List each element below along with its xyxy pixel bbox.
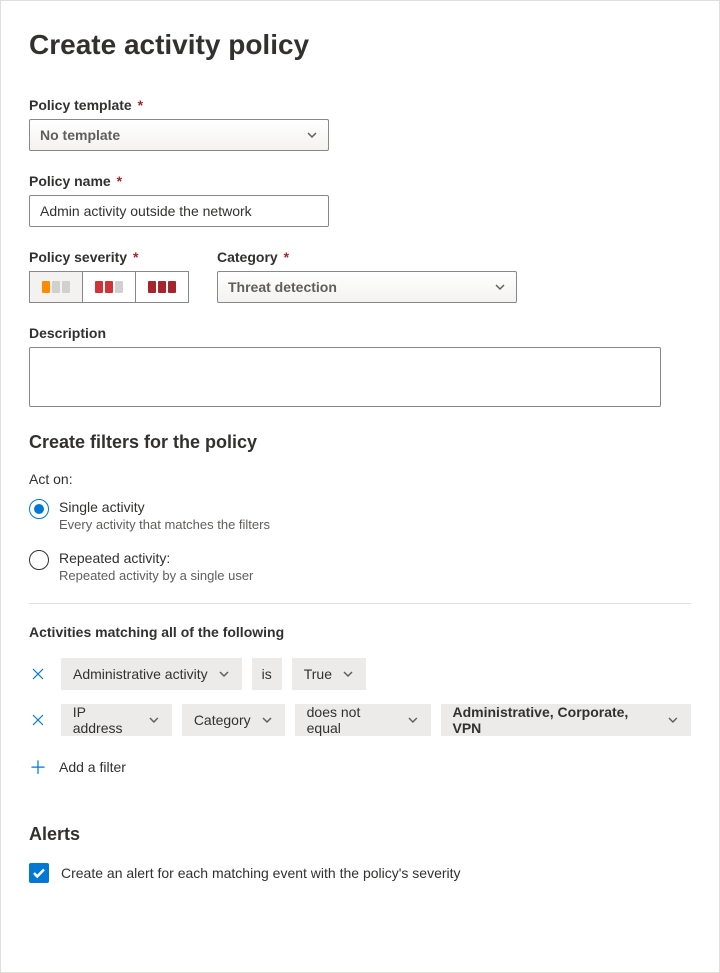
severity-high[interactable] — [136, 272, 188, 302]
act-on-label: Act on: — [29, 471, 691, 487]
filter-row: Administrative activity is True — [29, 658, 691, 690]
add-filter-button[interactable]: ＋ Add a filter — [29, 754, 691, 780]
filter-value-select[interactable]: True — [292, 658, 366, 690]
category-label: Category * — [217, 249, 517, 265]
category-select[interactable]: Threat detection — [217, 271, 517, 303]
radio-single-label: Single activity — [59, 499, 270, 515]
description-textarea[interactable] — [29, 347, 661, 407]
filter-field-select[interactable]: Administrative activity — [61, 658, 242, 690]
policy-name-input[interactable] — [29, 195, 329, 227]
radio-repeated-sub: Repeated activity by a single user — [59, 568, 253, 583]
filter-field-select[interactable]: IP address — [61, 704, 172, 736]
filter-value-select[interactable]: Administrative, Corporate, VPN — [441, 704, 691, 736]
chevron-down-icon — [148, 714, 160, 726]
alert-checkbox[interactable] — [29, 863, 49, 883]
severity-low[interactable] — [30, 272, 83, 302]
radio-single-activity[interactable] — [29, 499, 49, 519]
check-icon — [32, 866, 46, 880]
remove-filter-button[interactable] — [29, 665, 47, 683]
chevron-down-icon — [218, 668, 230, 680]
chevron-down-icon — [306, 129, 318, 141]
alerts-heading: Alerts — [29, 824, 691, 845]
filter-field2-select[interactable]: Category — [182, 704, 285, 736]
filter-op-select[interactable]: does not equal — [295, 704, 431, 736]
policy-template-label: Policy template * — [29, 97, 691, 113]
activities-matching-label: Activities matching all of the following — [29, 624, 691, 640]
chevron-down-icon — [342, 668, 354, 680]
policy-name-label: Policy name * — [29, 173, 691, 189]
description-label: Description — [29, 325, 691, 341]
chevron-down-icon — [667, 714, 679, 726]
radio-repeated-activity[interactable] — [29, 550, 49, 570]
chevron-down-icon — [407, 714, 419, 726]
policy-severity-label: Policy severity * — [29, 249, 189, 265]
radio-single-sub: Every activity that matches the filters — [59, 517, 270, 532]
filter-op: is — [252, 658, 282, 690]
policy-template-select[interactable]: No template — [29, 119, 329, 151]
severity-toggle[interactable] — [29, 271, 189, 303]
radio-repeated-label: Repeated activity: — [59, 550, 253, 566]
filters-heading: Create filters for the policy — [29, 432, 691, 453]
divider — [29, 603, 691, 604]
page-title: Create activity policy — [29, 29, 691, 61]
alert-checkbox-label: Create an alert for each matching event … — [61, 865, 461, 881]
plus-icon: ＋ — [29, 754, 47, 780]
filter-row: IP address Category does not equal Admin… — [29, 704, 691, 736]
chevron-down-icon — [261, 714, 273, 726]
chevron-down-icon — [494, 281, 506, 293]
severity-medium[interactable] — [83, 272, 136, 302]
remove-filter-button[interactable] — [29, 711, 47, 729]
